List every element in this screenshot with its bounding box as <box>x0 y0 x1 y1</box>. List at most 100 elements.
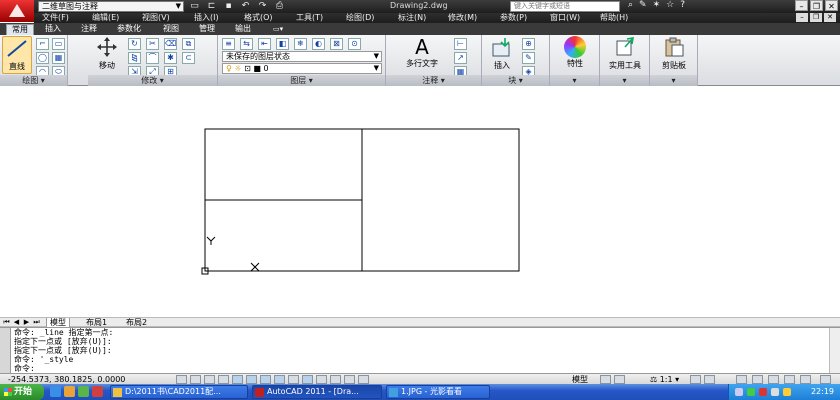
erase-icon[interactable]: ⌫ <box>164 38 177 50</box>
menu-help[interactable]: 帮助(H) <box>600 13 628 23</box>
tab-output[interactable]: 输出 <box>230 24 256 35</box>
menu-modify[interactable]: 修改(M) <box>448 13 477 23</box>
multiline-text-button[interactable]: A 多行文字 <box>396 36 448 74</box>
first-layout-icon[interactable]: ⏮ <box>2 318 11 327</box>
menu-insert[interactable]: 插入(I) <box>194 13 219 23</box>
line-button[interactable]: 直线 <box>2 36 32 74</box>
mirror-icon[interactable]: ⧎ <box>128 52 141 64</box>
menu-file[interactable]: 文件(F) <box>42 13 69 23</box>
tab-layout1[interactable]: 布局1 <box>86 318 107 327</box>
notification-icon[interactable] <box>783 388 791 396</box>
volume-icon[interactable] <box>771 388 779 396</box>
ducs-toggle[interactable] <box>288 375 299 384</box>
status-bar-menu-icon[interactable] <box>800 375 811 384</box>
selection-cycling-toggle[interactable] <box>358 375 369 384</box>
plot-icon[interactable]: ⎙ <box>273 1 286 11</box>
grid-toggle[interactable] <box>204 375 215 384</box>
close-button[interactable]: ✕ <box>825 0 838 11</box>
quicklaunch-icon[interactable] <box>92 386 103 397</box>
undo-icon[interactable]: ↶ <box>239 1 252 11</box>
3d-osnap-toggle[interactable] <box>260 375 271 384</box>
tab-insert[interactable]: 插入 <box>40 24 66 35</box>
tab-layout2[interactable]: 布局2 <box>126 318 147 327</box>
ortho-toggle[interactable] <box>218 375 229 384</box>
trim-icon[interactable]: ✂ <box>146 38 159 50</box>
tab-manage[interactable]: 管理 <box>194 24 220 35</box>
menu-dimension[interactable]: 标注(N) <box>398 13 426 23</box>
command-scrollbar[interactable] <box>829 328 840 374</box>
lineweight-toggle[interactable] <box>316 375 327 384</box>
offset-icon[interactable]: ⊂ <box>182 52 195 64</box>
quick-view-layouts-icon[interactable] <box>600 375 611 384</box>
panel-annotation-title[interactable]: 注释 ▾ <box>386 75 481 86</box>
quick-view-drawings-icon[interactable] <box>614 375 625 384</box>
clean-screen-icon[interactable] <box>820 375 831 384</box>
infer-constraints-toggle[interactable] <box>176 375 187 384</box>
insert-block-button[interactable]: 插入 <box>486 36 518 74</box>
menu-view[interactable]: 视图(V) <box>142 13 170 23</box>
media-icon[interactable] <box>78 386 89 397</box>
move-button[interactable]: 移动 <box>92 36 122 74</box>
clipboard-expand[interactable]: ▾ <box>650 75 697 86</box>
layer-properties-icon[interactable]: ≡ <box>222 38 235 50</box>
panel-block-title[interactable]: 块 ▾ <box>482 75 549 86</box>
transparency-toggle[interactable] <box>330 375 341 384</box>
last-layout-icon[interactable]: ⏭ <box>32 318 41 327</box>
rotate-icon[interactable]: ↻ <box>128 38 141 50</box>
polar-toggle[interactable] <box>232 375 243 384</box>
properties-expand[interactable]: ▾ <box>550 75 599 86</box>
copy-icon[interactable]: ⧉ <box>182 38 195 50</box>
edit-block-icon[interactable]: ✎ <box>522 52 535 64</box>
panel-modify-title[interactable]: 修改 ▾ <box>88 75 217 86</box>
application-menu-button[interactable] <box>0 0 34 22</box>
new-icon[interactable]: ▭ <box>188 1 201 11</box>
menu-parametric[interactable]: 参数(P) <box>500 13 527 23</box>
fillet-icon[interactable]: ⌒ <box>146 52 159 64</box>
save-icon[interactable]: ▪ <box>222 1 235 11</box>
antivirus-icon[interactable] <box>759 388 767 396</box>
layer-select[interactable]: ♀ ☼ ⊡ ■ 0 ▼ <box>222 63 382 74</box>
isolate-objects-icon[interactable] <box>784 375 795 384</box>
layer-freeze-icon[interactable]: ❄ <box>294 38 307 50</box>
security-icon[interactable] <box>747 388 755 396</box>
dyn-toggle[interactable] <box>302 375 313 384</box>
layer-previous-icon[interactable]: ⇤ <box>258 38 271 50</box>
layer-off-icon[interactable]: ◐ <box>312 38 325 50</box>
ie-icon[interactable] <box>50 386 61 397</box>
star-icon[interactable]: ☆ <box>666 0 674 10</box>
layer-match-icon[interactable]: ⇆ <box>240 38 253 50</box>
ribbon-options-icon[interactable]: ▭▾ <box>268 24 288 35</box>
snap-toggle[interactable] <box>190 375 201 384</box>
taskbar-item-autocad[interactable]: AutoCAD 2011 - [Dra... <box>252 385 382 399</box>
utilities-button[interactable]: 实用工具 <box>602 36 648 74</box>
layer-state-select[interactable]: 未保存的图层状态 ▼ <box>222 51 382 62</box>
menu-draw[interactable]: 绘图(D) <box>346 13 374 23</box>
taskbar-item-image-viewer[interactable]: 1.JPG - 光影看看 <box>386 385 490 399</box>
menu-edit[interactable]: 编辑(E) <box>92 13 119 23</box>
doc-close-button[interactable]: ✕ <box>824 13 836 22</box>
doc-restore-button[interactable]: ❐ <box>810 13 822 22</box>
open-icon[interactable]: ⊏ <box>205 1 218 11</box>
taskbar-item-explorer[interactable]: D:\2011书\CAD2011配... <box>110 385 248 399</box>
explode-icon[interactable]: ✱ <box>164 52 177 64</box>
workspace-selector[interactable]: 二维草图与注释 ▼ <box>38 1 184 12</box>
command-window[interactable]: 命令: _line 指定第一点: 指定下一点或 [放弃(U)]: 指定下一点或 … <box>0 327 840 374</box>
workspace-switching-icon[interactable] <box>736 375 747 384</box>
tab-annotate[interactable]: 注释 <box>76 24 102 35</box>
redo-icon[interactable]: ↷ <box>256 1 269 11</box>
folder-icon[interactable] <box>64 386 75 397</box>
auto-scale-icon[interactable] <box>704 375 715 384</box>
linear-dimension-icon[interactable]: ⊢ <box>454 38 467 50</box>
leader-icon[interactable]: ↗ <box>454 52 467 64</box>
next-layout-icon[interactable]: ▶ <box>22 318 31 327</box>
menu-window[interactable]: 窗口(W) <box>550 13 580 23</box>
start-button[interactable]: 开始 <box>0 384 44 400</box>
network-icon[interactable] <box>735 388 743 396</box>
tools-icon[interactable]: ✎ <box>639 0 647 10</box>
drawing-area[interactable] <box>0 87 840 317</box>
tab-parametric[interactable]: 参数化 <box>112 24 146 35</box>
polyline-icon[interactable]: ⌐ <box>36 38 49 50</box>
panel-layers-title[interactable]: 图层 ▾ <box>218 75 385 86</box>
command-window-grip[interactable] <box>0 328 11 374</box>
search-input[interactable]: 键入关键字或短语 <box>510 1 620 12</box>
